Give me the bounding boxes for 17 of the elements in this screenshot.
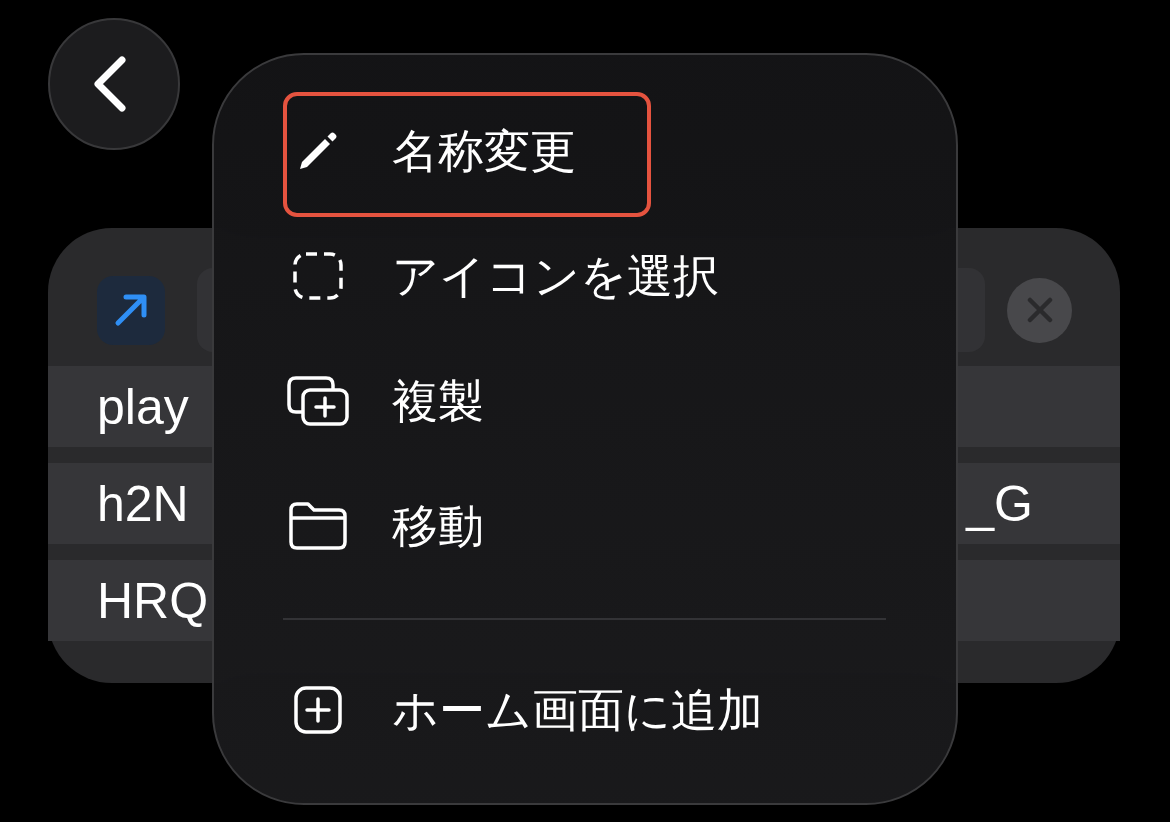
plus-square-icon	[294, 685, 342, 734]
icon-tile-button[interactable]	[97, 275, 165, 345]
duplicate-icon	[287, 375, 349, 426]
menu-item[interactable]: ホーム画面に追加	[283, 651, 838, 776]
folder-icon	[289, 501, 347, 550]
menu-item[interactable]: アイコンを選択	[283, 217, 794, 342]
row-label: play	[97, 381, 189, 432]
row-label: h2N	[97, 478, 189, 529]
arrow-up-right-icon	[114, 293, 148, 327]
menu-item[interactable]: 複製	[283, 342, 559, 467]
menu-item[interactable]: 移動	[283, 467, 559, 592]
row-label: HRQ	[97, 575, 209, 626]
row-label: _G	[966, 478, 1033, 529]
menu-item[interactable]: 名称変更	[283, 92, 651, 217]
close-icon	[1026, 297, 1053, 323]
dashed-square-icon	[293, 251, 343, 300]
chevron-left-icon	[93, 56, 127, 112]
